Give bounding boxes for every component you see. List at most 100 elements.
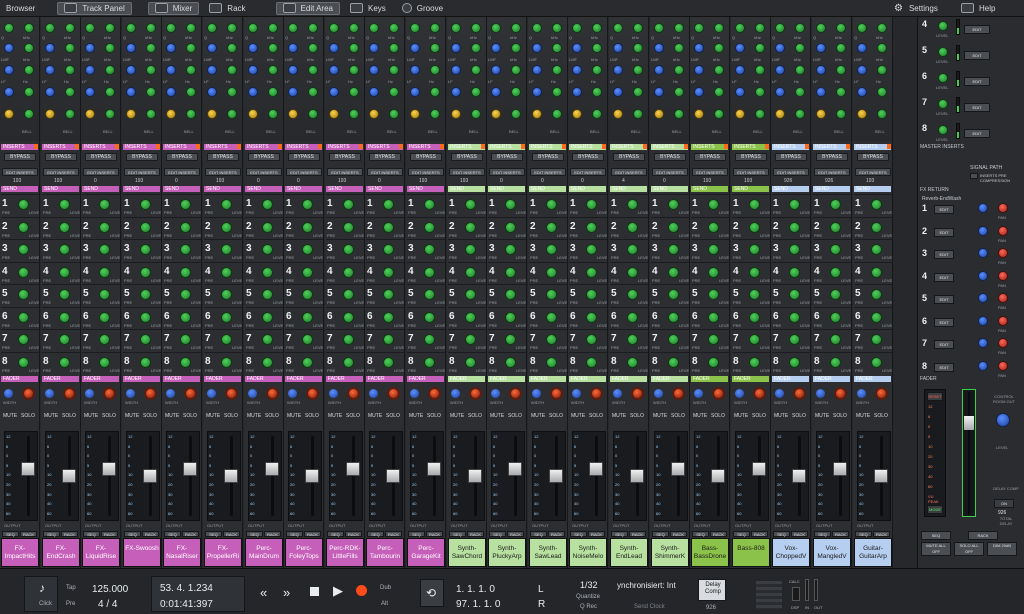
eq-knob[interactable]	[857, 87, 867, 97]
mixer-button[interactable]: Mixer	[147, 1, 200, 15]
send-level-knob[interactable]	[627, 244, 638, 255]
send-pre-label[interactable]: PRE	[773, 368, 781, 373]
send-level-knob[interactable]	[18, 356, 29, 368]
send-pre-label[interactable]: PRE	[367, 255, 375, 260]
send-pre-label[interactable]: PRE	[570, 368, 578, 373]
eq-knob[interactable]	[329, 109, 339, 119]
edit-inserts-button[interactable]: EDIT INSERTS	[286, 168, 322, 176]
eq-knob[interactable]	[694, 65, 704, 75]
eq-knob[interactable]	[207, 65, 217, 75]
send-pre-label[interactable]: PRE	[814, 345, 822, 350]
width-knob[interactable]	[329, 389, 338, 398]
send-row[interactable]: 3PRELEVEL	[854, 239, 892, 261]
send-row[interactable]: 7PRELEVEL	[366, 329, 404, 351]
eq-knob[interactable]	[4, 65, 14, 75]
send-level-knob[interactable]	[343, 289, 354, 300]
send-pre-label[interactable]: PRE	[449, 323, 457, 328]
send-pre-label[interactable]: PRE	[367, 278, 375, 283]
eq-knob[interactable]	[877, 23, 887, 33]
eq-knob[interactable]	[674, 109, 684, 119]
send-row[interactable]: 6PRELEVEL	[813, 306, 851, 329]
solo-button[interactable]: SOLO	[468, 413, 482, 419]
fader-track[interactable]: 12 6 0 5 10 20 30 40 60	[857, 431, 891, 521]
edit-inserts-button[interactable]: EDIT INSERTS	[652, 168, 688, 176]
pan-knob[interactable]	[306, 387, 319, 400]
send-pre-label[interactable]: PRE	[2, 300, 10, 305]
send-pre-label[interactable]: PRE	[408, 255, 416, 260]
send-pre-label[interactable]: PRE	[814, 368, 822, 373]
send-level-knob[interactable]	[140, 334, 151, 345]
send-row[interactable]: 7PRELEVEL	[163, 329, 201, 351]
fader-track[interactable]: 12 6 0 5 10 20 30 40 60	[248, 431, 282, 521]
pan-knob[interactable]	[793, 387, 806, 400]
eq-knob[interactable]	[248, 43, 258, 53]
seq-button[interactable]: SEQ	[652, 531, 669, 537]
mute-button[interactable]: MUTE	[531, 413, 545, 419]
rack-button[interactable]: RACK	[426, 531, 443, 537]
send-level-knob[interactable]	[627, 221, 638, 233]
bypass-button[interactable]: BYPASS	[694, 153, 726, 161]
help-button[interactable]: Help	[955, 2, 1001, 15]
eq-knob[interactable]	[186, 87, 196, 97]
eq-knob[interactable]	[105, 23, 115, 33]
send-row[interactable]: 5PRELEVEL	[163, 284, 201, 306]
seq-button[interactable]: SEQ	[164, 531, 181, 537]
pan-knob[interactable]	[428, 387, 441, 400]
seq-button[interactable]: SEQ	[570, 531, 587, 537]
eq-knob[interactable]	[857, 109, 867, 119]
send-row[interactable]: 1PRELEVEL	[204, 194, 242, 216]
send-row[interactable]: 8PRELEVEL	[813, 351, 851, 374]
send-level-knob[interactable]	[221, 311, 232, 323]
send-row[interactable]: 5PRELEVEL	[448, 284, 486, 306]
send-pre-label[interactable]: PRE	[43, 368, 51, 373]
send-pre-label[interactable]: PRE	[773, 210, 781, 215]
eq-knob[interactable]	[511, 87, 521, 97]
eq-knob[interactable]	[451, 23, 461, 33]
fx-return-level-knob[interactable]	[978, 315, 988, 326]
send-clock-label[interactable]: Send Clock	[634, 604, 665, 610]
eq-knob[interactable]	[816, 87, 826, 97]
fader-track[interactable]: 12 6 0 5 10 20 30 40 60	[532, 431, 566, 521]
mute-button[interactable]: MUTE	[693, 413, 707, 419]
send-level-knob[interactable]	[546, 334, 557, 345]
eq-knob[interactable]	[795, 23, 805, 33]
send-level-knob[interactable]	[383, 289, 394, 300]
play-icon[interactable]: ▶	[333, 583, 343, 599]
solo-button[interactable]: SOLO	[102, 413, 116, 419]
fader-track[interactable]: 12 6 0 5 10 20 30 40 60	[369, 431, 403, 521]
fader-cap[interactable]	[752, 462, 766, 476]
send-row[interactable]: 4PRELEVEL	[488, 261, 526, 284]
send-level-knob[interactable]	[830, 266, 841, 278]
pan-knob[interactable]	[144, 387, 157, 400]
send-row[interactable]: 2PRELEVEL	[42, 216, 80, 239]
edit-inserts-button[interactable]: EDIT INSERTS	[205, 168, 241, 176]
fader-cap[interactable]	[508, 462, 522, 476]
bypass-button[interactable]: BYPASS	[451, 153, 483, 161]
eq-knob[interactable]	[857, 23, 867, 33]
send-row[interactable]: 2PRELEVEL	[163, 216, 201, 239]
eq-knob[interactable]	[268, 109, 278, 119]
send-pre-label[interactable]: PRE	[124, 300, 132, 305]
send-level-knob[interactable]	[99, 311, 110, 323]
track-name[interactable]: Synth-SawChord	[448, 538, 486, 567]
send-pre-label[interactable]: PRE	[164, 300, 172, 305]
eq-knob[interactable]	[248, 23, 258, 33]
send-row[interactable]: 1PRELEVEL	[245, 194, 283, 216]
send-level-knob[interactable]	[789, 356, 800, 368]
rewind-icon[interactable]: «	[260, 585, 267, 600]
solo-button[interactable]: SOLO	[752, 413, 766, 419]
send-pre-label[interactable]: PRE	[611, 323, 619, 328]
eq-knob[interactable]	[369, 23, 379, 33]
send-row[interactable]: 8PRELEVEL	[42, 351, 80, 374]
send-pre-label[interactable]: PRE	[570, 233, 578, 238]
track-name[interactable]: Perc-FoleyTops	[285, 538, 323, 567]
eq-knob[interactable]	[654, 23, 664, 33]
solo-button[interactable]: SOLO	[508, 413, 522, 419]
track-name[interactable]: Perc-GarageKit	[407, 538, 445, 567]
track-name[interactable]: Synth-ShimmerK	[651, 538, 689, 567]
quantize-label[interactable]: Quantize	[576, 594, 600, 600]
send-row[interactable]: 8PRELEVEL	[772, 351, 810, 374]
send-pre-label[interactable]: PRE	[814, 255, 822, 260]
width-knob[interactable]	[532, 389, 541, 398]
send-pre-label[interactable]: PRE	[611, 210, 619, 215]
